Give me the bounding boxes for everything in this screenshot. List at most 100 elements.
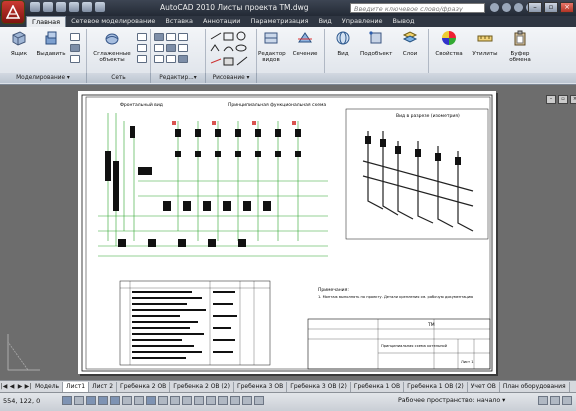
- paper-sheet[interactable]: Фронтальный вид Принципиальная функциона…: [78, 91, 496, 374]
- doc-close-button[interactable]: ×: [570, 95, 576, 104]
- otrack-toggle-icon[interactable]: [122, 396, 132, 405]
- layout-tab-manifold-1[interactable]: Гребенка 1 ОВ: [351, 381, 405, 392]
- view-editor-button[interactable]: Редактор видов: [258, 30, 286, 64]
- draw-tools-icon[interactable]: [209, 31, 251, 71]
- tool-icon[interactable]: [178, 33, 188, 41]
- extrude-button[interactable]: Выдавить: [36, 30, 66, 57]
- next-tab-arrow-icon[interactable]: ▶: [16, 382, 24, 391]
- clean-screen-icon[interactable]: [562, 396, 572, 405]
- workspace-switcher[interactable]: Рабочее пространство: начало ▾: [398, 397, 505, 404]
- search-icon[interactable]: [490, 3, 499, 12]
- tool-icon[interactable]: [178, 55, 188, 63]
- showmotion-icon[interactable]: [254, 396, 264, 405]
- grid-toggle-icon[interactable]: [74, 396, 84, 405]
- group-mesh[interactable]: Сеть: [87, 73, 151, 83]
- last-tab-arrow-icon[interactable]: ▶|: [24, 382, 32, 391]
- layout-tab-sheet1[interactable]: Лист1: [63, 381, 90, 392]
- tool-icon[interactable]: [178, 44, 188, 52]
- layout-tab-equipment-plan[interactable]: План оборудования: [500, 381, 570, 392]
- tool-icon[interactable]: [70, 44, 80, 52]
- minimize-button[interactable]: –: [528, 2, 542, 13]
- layout-tab-manifold-2[interactable]: Гребенка 2 ОВ: [117, 381, 171, 392]
- layout-tab-accounting[interactable]: Учет ОВ: [468, 381, 500, 392]
- stamp-sheet: Лист 1: [461, 360, 474, 364]
- group-solid-editing[interactable]: Редактир...▾: [151, 73, 206, 83]
- tab-view[interactable]: Вид: [314, 16, 337, 27]
- tab-output[interactable]: Вывод: [388, 16, 420, 27]
- subobject-button[interactable]: Подобъект: [360, 30, 392, 57]
- pan-icon[interactable]: [218, 396, 228, 405]
- smooth-objects-button[interactable]: Сглаженные объекты: [90, 30, 134, 64]
- quick-view-layouts-icon[interactable]: [194, 396, 204, 405]
- save-icon[interactable]: [56, 2, 66, 12]
- layout-tab-sheet2[interactable]: Лист 2: [89, 381, 118, 392]
- tool-icon[interactable]: [166, 33, 176, 41]
- box-button[interactable]: Ящик: [6, 30, 32, 57]
- lineweight-toggle-icon[interactable]: [158, 396, 168, 405]
- dyn-toggle-icon[interactable]: [146, 396, 156, 405]
- tab-parametric[interactable]: Параметризация: [246, 16, 314, 27]
- tab-home[interactable]: Главная: [26, 16, 67, 27]
- tab-mesh-modeling[interactable]: Сетевое моделирование: [66, 16, 160, 27]
- coordinates-readout[interactable]: 554, 122, 0: [3, 397, 40, 405]
- first-tab-arrow-icon[interactable]: |◀: [0, 382, 8, 391]
- group-modeling[interactable]: Моделирование ▾: [0, 73, 87, 83]
- osnap-toggle-icon[interactable]: [110, 396, 120, 405]
- maximize-button[interactable]: ▫: [544, 2, 558, 13]
- new-file-icon[interactable]: [30, 2, 40, 12]
- redo-icon[interactable]: [82, 2, 92, 12]
- polar-toggle-icon[interactable]: [98, 396, 108, 405]
- lock-icon[interactable]: [538, 396, 548, 405]
- clipboard-button[interactable]: Буфер обмена: [504, 30, 536, 64]
- drawing-canvas[interactable]: Фронтальный вид Принципиальная функциона…: [78, 91, 496, 374]
- tool-icon[interactable]: [166, 44, 176, 52]
- layout-tab-manifold-2-copy[interactable]: Гребенка 2 ОВ (2): [170, 381, 234, 392]
- prev-tab-arrow-icon[interactable]: ◀: [8, 382, 16, 391]
- layout-tab-model[interactable]: Модель: [32, 381, 64, 392]
- application-menu-button[interactable]: [2, 1, 24, 23]
- open-file-icon[interactable]: [43, 2, 53, 12]
- tool-icon[interactable]: [154, 44, 164, 52]
- communication-center-icon[interactable]: [502, 3, 511, 12]
- section-button[interactable]: Сечение: [290, 30, 320, 57]
- quick-properties-toggle-icon[interactable]: [170, 396, 180, 405]
- doc-restore-button[interactable]: ▫: [558, 95, 568, 104]
- steering-wheel-icon[interactable]: [242, 396, 252, 405]
- tab-manage[interactable]: Управление: [337, 16, 388, 27]
- close-button[interactable]: ×: [560, 2, 574, 13]
- tool-icon[interactable]: [166, 55, 176, 63]
- isolate-objects-icon[interactable]: [550, 396, 560, 405]
- paper-model-toggle-icon[interactable]: [182, 396, 192, 405]
- quick-view-drawings-icon[interactable]: [206, 396, 216, 405]
- window-controls: – ▫ ×: [528, 2, 574, 13]
- utilities-button[interactable]: Утилиты: [470, 30, 500, 57]
- tool-icon[interactable]: [154, 33, 164, 41]
- view-button[interactable]: Вид: [330, 30, 356, 57]
- doc-minimize-button[interactable]: –: [546, 95, 556, 104]
- undo-icon[interactable]: [69, 2, 79, 12]
- tool-icon[interactable]: [137, 44, 147, 52]
- search-input[interactable]: Введите ключевое слово/фразу: [350, 3, 485, 13]
- isometric-pipes: [362, 131, 474, 232]
- tab-annotate[interactable]: Аннотации: [198, 16, 246, 27]
- tool-icon[interactable]: [137, 33, 147, 41]
- tab-insert[interactable]: Вставка: [160, 16, 198, 27]
- layers-button[interactable]: Слои: [398, 30, 422, 57]
- ortho-toggle-icon[interactable]: [86, 396, 96, 405]
- group-separator: [256, 29, 257, 73]
- zoom-icon[interactable]: [230, 396, 240, 405]
- layout-tab-manifold-3[interactable]: Гребенка 3 ОВ: [234, 381, 288, 392]
- ducs-toggle-icon[interactable]: [134, 396, 144, 405]
- layout-tab-manifold-3-copy[interactable]: Гребенка 3 ОВ (2): [287, 381, 351, 392]
- tool-icon[interactable]: [70, 33, 80, 41]
- tool-icon[interactable]: [154, 55, 164, 63]
- tool-icon[interactable]: [70, 55, 80, 63]
- layout-tab-manifold-1-copy[interactable]: Гребенка 1 ОВ (2): [404, 381, 468, 392]
- favorites-icon[interactable]: [514, 3, 523, 12]
- properties-button[interactable]: Свойства: [432, 30, 466, 57]
- clipboard-label: Буфер обмена: [509, 50, 531, 64]
- plot-icon[interactable]: [95, 2, 105, 12]
- group-draw[interactable]: Рисование ▾: [206, 73, 257, 83]
- tool-icon[interactable]: [137, 55, 147, 63]
- snap-toggle-icon[interactable]: [62, 396, 72, 405]
